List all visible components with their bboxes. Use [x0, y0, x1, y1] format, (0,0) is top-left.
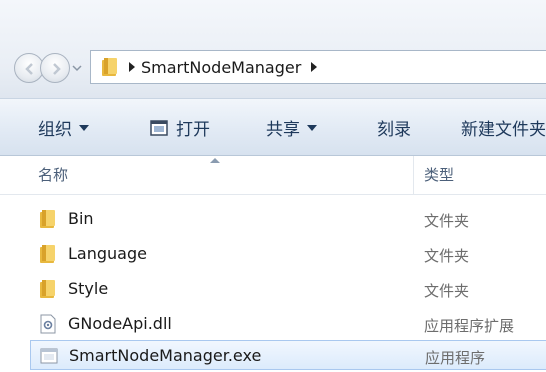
file-type: 文件夹	[424, 247, 470, 265]
file-row-smartnodemanager-exe[interactable]: SmartNodeManager.exe 应用程序	[30, 340, 546, 370]
forward-button[interactable]	[40, 53, 70, 83]
navigation-bar: SmartNodeManager	[0, 0, 546, 98]
file-row-language[interactable]: Language 文件夹	[30, 239, 546, 269]
share-label: 共享	[266, 120, 300, 140]
back-arrow-icon	[25, 63, 33, 75]
folder-icon	[40, 245, 55, 263]
file-name: Style	[68, 279, 109, 298]
share-button[interactable]: 共享	[266, 115, 317, 140]
breadcrumb-chevron-icon[interactable]	[311, 62, 318, 72]
column-header-type[interactable]: 类型	[424, 164, 454, 185]
address-bar[interactable]: SmartNodeManager	[90, 50, 546, 84]
file-type: 应用程序	[425, 349, 486, 367]
open-button[interactable]: 打开	[150, 115, 210, 140]
dropdown-arrow-icon	[79, 124, 89, 131]
burn-button[interactable]: 刻录	[377, 115, 411, 140]
file-type: 文件夹	[424, 212, 470, 230]
column-header-name[interactable]: 名称	[38, 164, 68, 185]
column-divider[interactable]	[413, 156, 414, 194]
organize-button[interactable]: 组织	[38, 115, 89, 140]
organize-label: 组织	[38, 120, 72, 140]
file-type: 应用程序扩展	[424, 317, 515, 335]
new-folder-label: 新建文件夹	[461, 120, 546, 140]
file-list: Bin 文件夹 Language 文件夹 Style 文件夹 GNodeApi.…	[0, 194, 546, 372]
file-name: GNodeApi.dll	[68, 314, 172, 333]
recent-pages-dropdown-icon[interactable]	[72, 63, 82, 73]
dropdown-arrow-icon	[307, 124, 317, 131]
file-name: Bin	[68, 209, 94, 228]
open-window-icon	[150, 119, 168, 136]
folder-icon	[40, 210, 55, 228]
file-row-gnodeapi-dll[interactable]: GNodeApi.dll 应用程序扩展	[30, 309, 546, 339]
forward-arrow-icon	[53, 63, 61, 75]
new-folder-button[interactable]: 新建文件夹	[461, 115, 546, 140]
breadcrumb-separator-icon[interactable]	[129, 62, 135, 72]
file-row-style[interactable]: Style 文件夹	[30, 274, 546, 304]
file-type: 文件夹	[424, 282, 470, 300]
file-name: SmartNodeManager.exe	[69, 346, 262, 365]
file-row-bin[interactable]: Bin 文件夹	[30, 204, 546, 234]
folder-icon	[40, 280, 55, 298]
file-name: Language	[68, 244, 147, 263]
dll-file-icon	[40, 314, 56, 334]
column-headers: 名称 类型	[0, 156, 546, 195]
breadcrumb-item[interactable]: SmartNodeManager	[141, 58, 301, 77]
open-label: 打开	[176, 120, 210, 140]
folder-icon	[102, 58, 117, 76]
command-toolbar: 组织 打开 共享 刻录 新建文件夹	[0, 98, 546, 156]
burn-label: 刻录	[377, 120, 411, 140]
exe-file-icon	[40, 348, 58, 364]
sort-ascending-icon	[210, 158, 220, 163]
